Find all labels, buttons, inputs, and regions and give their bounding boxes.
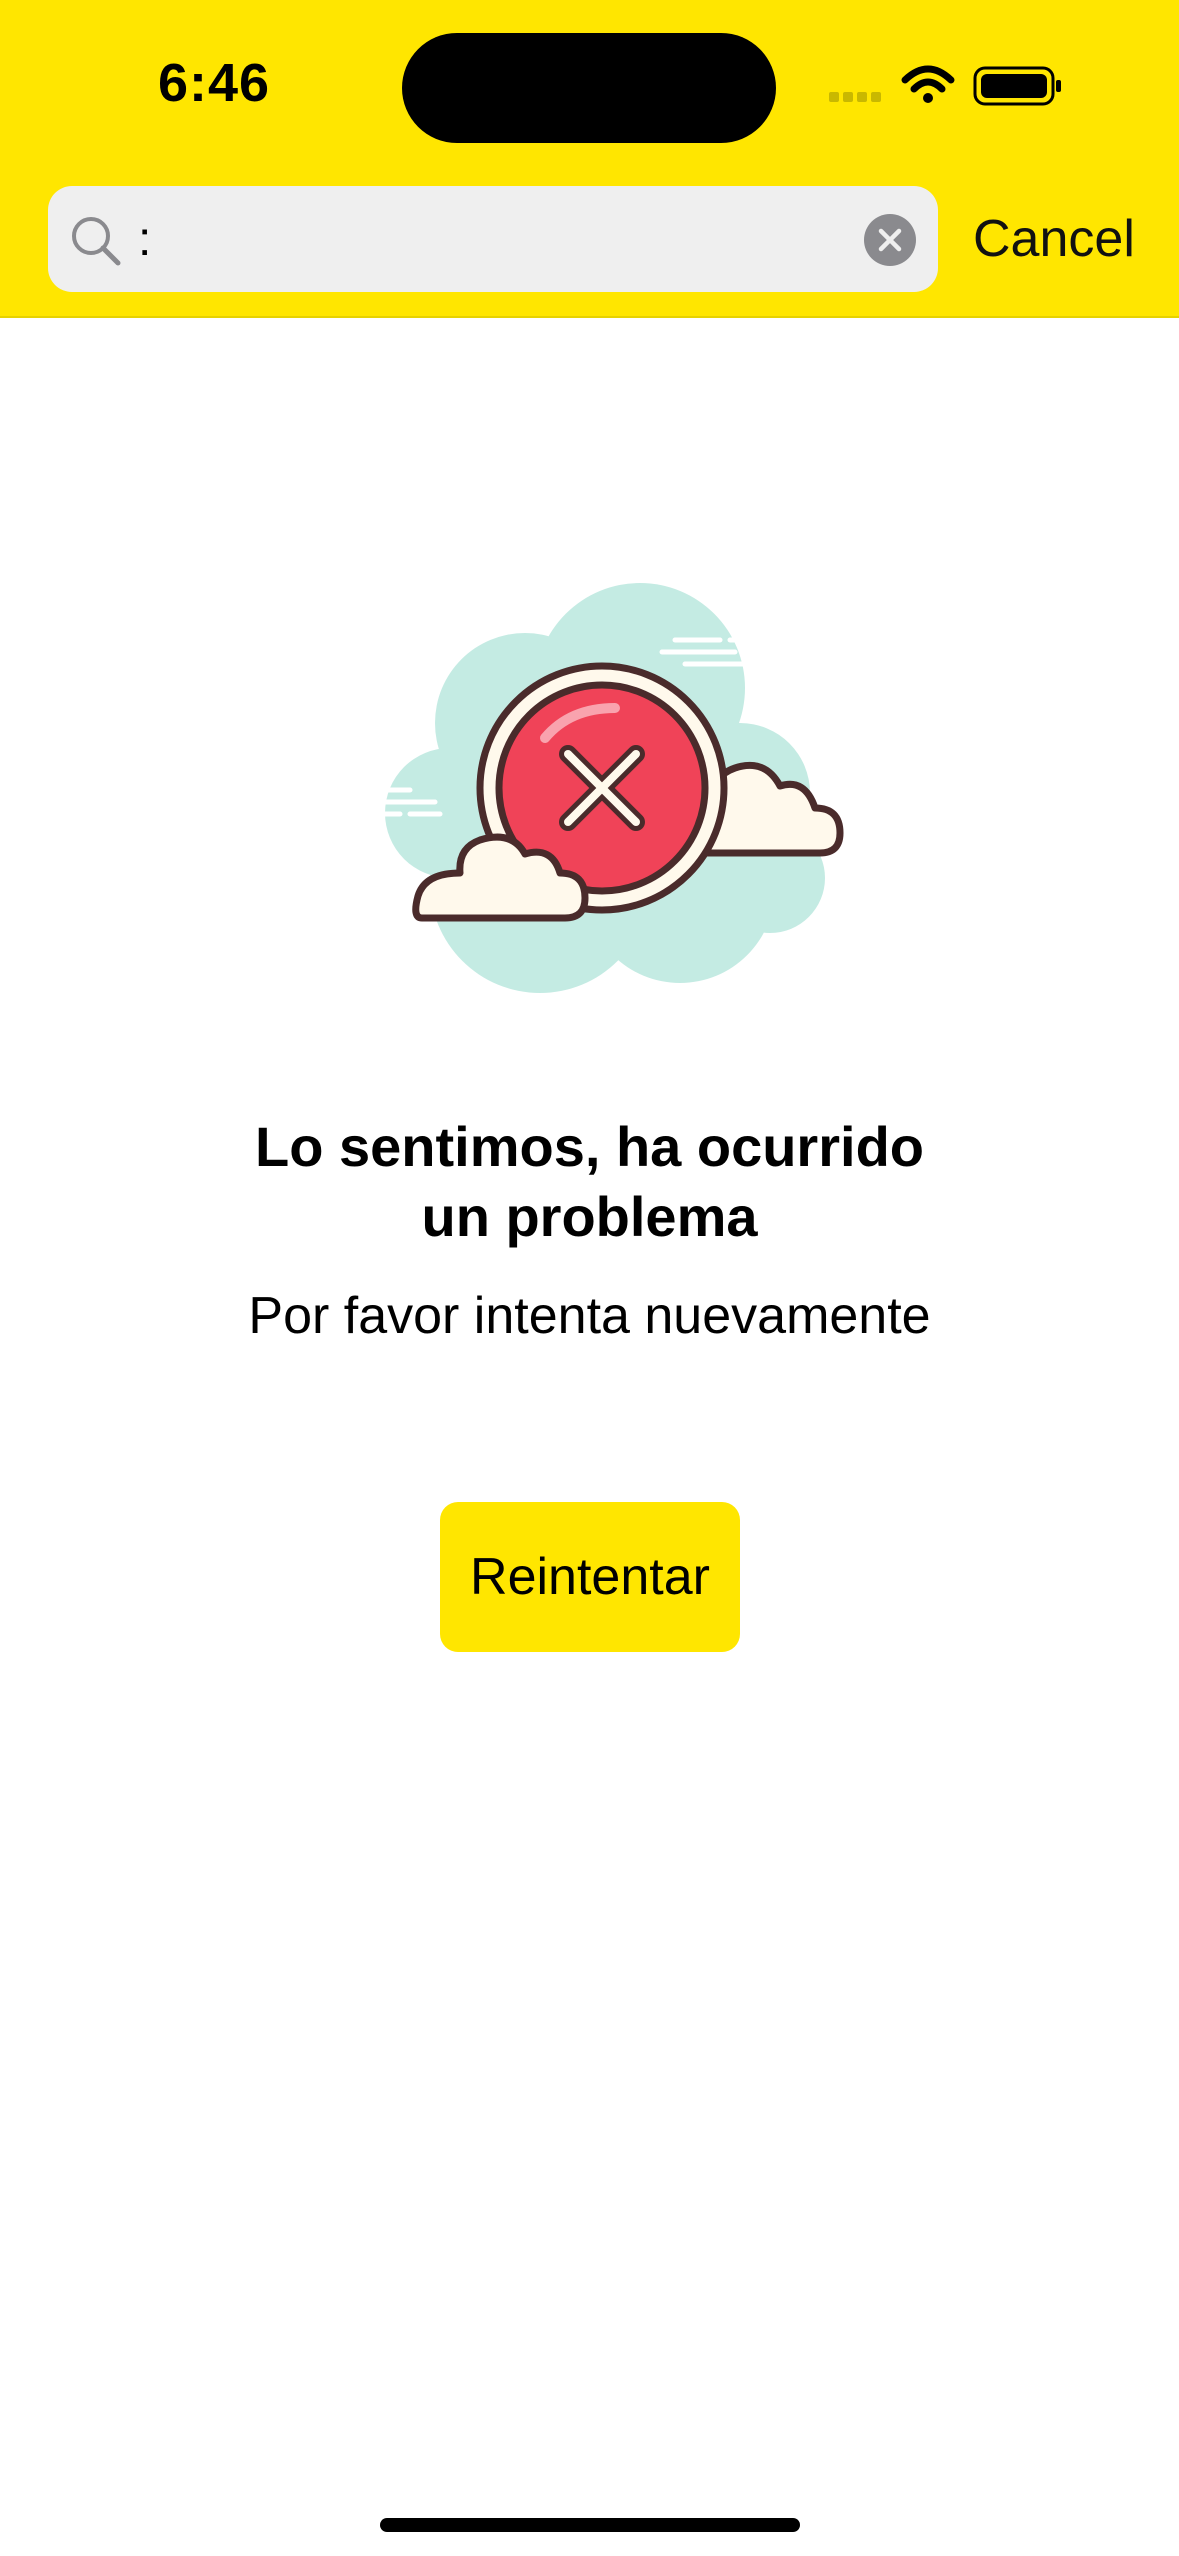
- error-cloud-illustration: [347, 583, 844, 993]
- search-input[interactable]: [138, 186, 838, 292]
- top-bar: 6:46: Cancel: [0, 0, 1179, 318]
- retry-button[interactable]: Reintentar: [440, 1502, 740, 1652]
- search-icon: [72, 217, 121, 266]
- error-screen: 6:46: Cancel Lo sentimos, ha ocurrido u…: [0, 0, 1179, 2556]
- search-row: Cancel: [48, 186, 1138, 292]
- clear-icon[interactable]: [864, 214, 916, 266]
- dynamic-island: [402, 33, 776, 143]
- home-indicator: [380, 2518, 800, 2532]
- error-subtitle: Por favor intenta nuevamente: [248, 1287, 931, 1345]
- error-title-line2: un problema: [421, 1185, 758, 1248]
- error-title-line1: Lo sentimos, ha ocurrido: [255, 1115, 924, 1178]
- cancel-button[interactable]: Cancel: [973, 186, 1135, 292]
- error-title: Lo sentimos, ha ocurrido un problema: [100, 1112, 1079, 1252]
- status-icons: [829, 65, 1061, 106]
- battery-icon: [973, 66, 1061, 106]
- wifi-icon: [901, 65, 955, 103]
- cellular-icon: [829, 92, 881, 102]
- search-field[interactable]: [48, 186, 938, 292]
- status-time: 6:46: [158, 53, 271, 113]
